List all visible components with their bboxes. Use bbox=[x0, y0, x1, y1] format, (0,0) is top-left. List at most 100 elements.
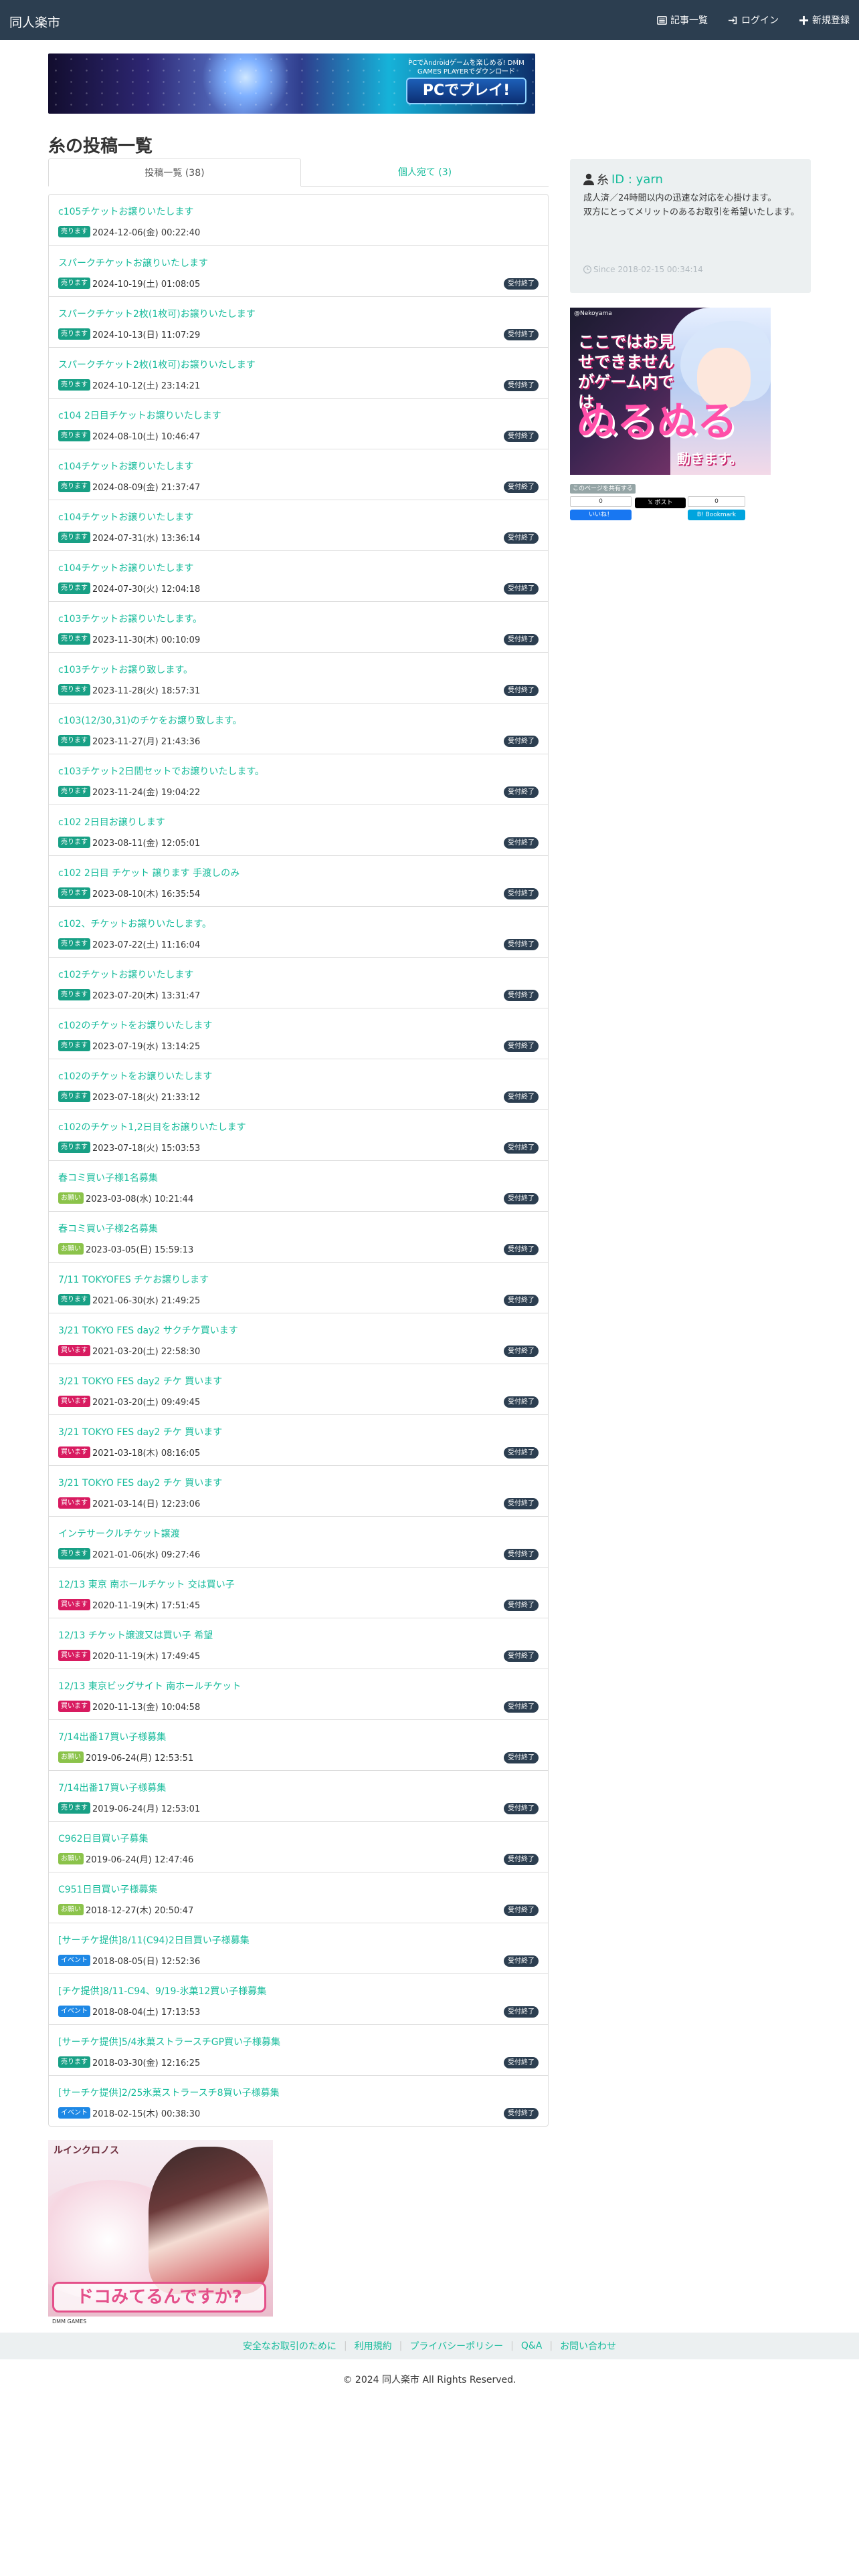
post-type-badge: お願い bbox=[58, 1243, 84, 1255]
post-title-link[interactable]: 3/21 TOKYO FES day2 チケ 買います bbox=[58, 1476, 500, 1489]
post-item: 春コミ買い子様2名募集 お願い 2023-03-05(日) 15:59:13 受付終了 bbox=[49, 1211, 548, 1262]
post-title-link[interactable]: 3/21 TOKYO FES day2 チケ 買います bbox=[58, 1425, 500, 1438]
post-meta: 売ります 2024-08-10(土) 10:46:47 bbox=[58, 429, 200, 442]
post-title-link[interactable]: C951日目買い子様募集 bbox=[58, 1883, 500, 1896]
post-title-link[interactable]: スパークチケット2枚(1枚可)お譲りいたします bbox=[58, 358, 500, 371]
post-item: 7/14出番17買い子様募集 お願い 2019-06-24(月) 12:53:51 受… bbox=[49, 1719, 548, 1770]
post-title-link[interactable]: c103チケットお譲り致します。 bbox=[58, 663, 500, 676]
post-type-badge: イベント bbox=[58, 1954, 90, 1966]
post-title-link[interactable]: 3/21 TOKYO FES day2 サクチケ買います bbox=[58, 1323, 500, 1337]
footer-link-safety[interactable]: 安全なお取引のために bbox=[243, 2339, 337, 2353]
post-type-badge: 売ります bbox=[58, 1547, 90, 1560]
post-item: c102チケットお譲りいたします 売ります 2023-07-20(木) 13:31:… bbox=[49, 957, 548, 1008]
post-meta: 売ります 2023-07-18(火) 21:33:12 bbox=[58, 1090, 200, 1103]
hatena-bookmark-button[interactable]: B! Bookmark bbox=[688, 510, 745, 520]
post-title-link[interactable]: c104 2日目チケットお譲りいたします bbox=[58, 409, 500, 422]
post-date: 2021-06-30(水) 21:49:25 bbox=[92, 1295, 201, 1306]
post-title-link[interactable]: c103(12/30,31)のチケをお譲り致します。 bbox=[58, 714, 500, 727]
post-date: 2024-10-19(土) 01:08:05 bbox=[92, 279, 201, 290]
post-title-link[interactable]: c102チケットお譲りいたします bbox=[58, 968, 500, 981]
post-status-badge: 受付終了 bbox=[504, 1396, 539, 1408]
post-title-link[interactable]: C962日目買い子募集 bbox=[58, 1832, 500, 1845]
post-type-badge: お願い bbox=[58, 1852, 84, 1864]
post-item: c102のチケットをお譲りいたします 売ります 2023-07-18(火) 21:3… bbox=[49, 1059, 548, 1109]
footer-separator: | bbox=[510, 2341, 514, 2351]
post-status-badge: 受付終了 bbox=[504, 939, 539, 950]
post-title-link[interactable]: [サーチケ提供]5/4氷菓ストラースチGP買い子様募集 bbox=[58, 2035, 500, 2048]
footer-link-contact[interactable]: お問い合わせ bbox=[560, 2339, 616, 2353]
profile-id[interactable]: ID : yarn bbox=[611, 173, 663, 187]
post-item: インテサークルチケット譲渡 売ります 2021-01-06(水) 09:27:46 受… bbox=[49, 1516, 548, 1567]
post-title-link[interactable]: c104チケットお譲りいたします bbox=[58, 510, 500, 524]
banner-big-text: ぬるぬる bbox=[577, 399, 737, 445]
post-title-link[interactable]: 12/13 東京ビッグサイト 南ホールチケット bbox=[58, 1679, 500, 1693]
post-title-link[interactable]: c102 2日目 チケット 譲ります 手渡しのみ bbox=[58, 866, 500, 879]
post-meta: 買います 2021-03-20(土) 22:58:30 bbox=[58, 1344, 200, 1357]
facebook-like-button[interactable]: いいね！ bbox=[570, 510, 632, 520]
footer-link-qa[interactable]: Q&A bbox=[521, 2341, 543, 2351]
nav-link-register[interactable]: 新規登録 bbox=[799, 13, 850, 27]
post-meta: お願い 2018-12-27(木) 20:50:47 bbox=[58, 1903, 193, 1916]
footer-link-terms[interactable]: 利用規約 bbox=[355, 2339, 392, 2353]
post-item: c103チケットお譲り致します。 売ります 2023-11-28(火) 18:57:… bbox=[49, 652, 548, 703]
side-ad-banner[interactable]: @Nekoyama ここではお見せできませんがゲーム内では ぬるぬる 動きます。 bbox=[570, 308, 771, 475]
nav-link-login[interactable]: ログイン bbox=[728, 13, 779, 27]
post-meta: 買います 2020-11-19(木) 17:51:45 bbox=[58, 1598, 200, 1611]
post-title-link[interactable]: 12/13 チケット譲渡又は買い子 希望 bbox=[58, 1628, 500, 1642]
x-post-button[interactable]: 𝕏 ポスト bbox=[635, 498, 686, 508]
post-title-link[interactable]: 7/14出番17買い子様募集 bbox=[58, 1730, 500, 1743]
post-title-link[interactable]: インテサークルチケット譲渡 bbox=[58, 1527, 500, 1540]
post-title-link[interactable]: c102、チケットお譲りいたします。 bbox=[58, 917, 500, 930]
top-ad-banner[interactable]: PCでAndroidゲームを楽しめる! DMM GAMES PLAYERでダウン… bbox=[48, 53, 535, 114]
tab-post-list[interactable]: 投稿一覧 (38) bbox=[48, 158, 301, 187]
post-item: c103チケット2日間セットでお譲りいたします。 売ります 2023-11-24(金… bbox=[49, 754, 548, 804]
post-date: 2020-11-13(金) 10:04:58 bbox=[92, 1702, 201, 1713]
post-status-badge: 受付終了 bbox=[504, 583, 539, 595]
post-title-link[interactable]: [サーチケ提供]2/25氷菓ストラースチ8買い子様募集 bbox=[58, 2086, 500, 2099]
post-meta: 売ります 2018-03-30(金) 12:16:25 bbox=[58, 2056, 200, 2068]
post-date: 2021-03-18(木) 08:16:05 bbox=[92, 1448, 201, 1459]
post-type-badge: 売ります bbox=[58, 633, 90, 645]
footer-link-privacy[interactable]: プライバシーポリシー bbox=[409, 2339, 503, 2353]
post-item: [サーチケ提供]8/11(C94)2日目買い子様募集 イベント 2018-08-05… bbox=[49, 1923, 548, 1973]
post-title-link[interactable]: [サーチケ提供]8/11(C94)2日目買い子様募集 bbox=[58, 1933, 500, 1947]
post-title-link[interactable]: c103チケット2日間セットでお譲りいたします。 bbox=[58, 764, 500, 778]
post-meta: 買います 2020-11-13(金) 10:04:58 bbox=[58, 1700, 201, 1713]
post-item: 春コミ買い子様1名募集 お願い 2023-03-08(水) 10:21:44 受付終了 bbox=[49, 1160, 548, 1211]
nav-link-articles[interactable]: 記事一覧 bbox=[657, 13, 708, 27]
post-status-badge: 受付終了 bbox=[504, 1498, 539, 1509]
post-title-link[interactable]: 7/11 TOKYOFES チケお譲りします bbox=[58, 1273, 500, 1286]
post-title-link[interactable]: c102 2日目お譲りします bbox=[58, 815, 500, 829]
post-title-link[interactable]: 春コミ買い子様1名募集 bbox=[58, 1171, 500, 1184]
post-title-link[interactable]: c102のチケットをお譲りいたします bbox=[58, 1018, 500, 1032]
site-brand[interactable]: 同人楽市 bbox=[9, 13, 60, 31]
post-status-badge: 受付終了 bbox=[504, 736, 539, 747]
footer-links: 安全なお取引のために | 利用規約 | プライバシーポリシー | Q&A | お… bbox=[0, 2333, 859, 2359]
post-title-link[interactable]: スパークチケットお譲りいたします bbox=[58, 256, 500, 270]
post-item: 7/14出番17買い子様募集 売ります 2019-06-24(月) 12:53:01… bbox=[49, 1770, 548, 1821]
post-title-link[interactable]: c104チケットお譲りいたします bbox=[58, 561, 500, 574]
post-date: 2023-07-19(水) 13:14:25 bbox=[92, 1041, 201, 1052]
post-status-badge: 受付終了 bbox=[504, 990, 539, 1001]
post-item: c104 2日目チケットお譲りいたします 売ります 2024-08-10(土) 10… bbox=[49, 398, 548, 449]
post-title-link[interactable]: 春コミ買い子様2名募集 bbox=[58, 1222, 500, 1235]
post-type-badge: 売ります bbox=[58, 429, 90, 441]
profile-description-line: 成人済／24時間以内の迅速な対応を心掛けます。 bbox=[583, 193, 777, 203]
post-title-link[interactable]: c104チケットお譲りいたします bbox=[58, 459, 500, 473]
post-title-link[interactable]: 3/21 TOKYO FES day2 チケ 買います bbox=[58, 1374, 500, 1388]
post-item: C962日目買い子募集 お願い 2019-06-24(月) 12:47:46 受付終了 bbox=[49, 1821, 548, 1872]
post-type-badge: 買います bbox=[58, 1497, 90, 1509]
post-title-link[interactable]: 12/13 東京 南ホールチケット 交は買い子 bbox=[58, 1578, 500, 1591]
profile-since-text: Since 2018-02-15 00:34:14 bbox=[593, 265, 703, 274]
post-title-link[interactable]: c102のチケット1,2日目をお譲りいたします bbox=[58, 1120, 500, 1134]
tab-personal[interactable]: 個人宛て (3) bbox=[301, 158, 549, 187]
post-title-link[interactable]: [チケ提供]8/11-C94、9/19-氷菓12買い子様募集 bbox=[58, 1984, 500, 1998]
post-title-link[interactable]: c105チケットお譲りいたします bbox=[58, 205, 500, 218]
post-title-link[interactable]: スパークチケット2枚(1枚可)お譲りいたします bbox=[58, 307, 500, 320]
post-title-link[interactable]: c102のチケットをお譲りいたします bbox=[58, 1069, 500, 1083]
post-title-link[interactable]: c103チケットお譲りいたします。 bbox=[58, 612, 500, 625]
bottom-ad-banner[interactable]: ルインクロノス ドコみてるんですか? DMM GAMES bbox=[48, 2140, 273, 2327]
post-date: 2023-11-28(火) 18:57:31 bbox=[92, 685, 201, 696]
post-date: 2018-02-15(木) 00:38:30 bbox=[92, 2109, 201, 2119]
post-title-link[interactable]: 7/14出番17買い子様募集 bbox=[58, 1781, 500, 1794]
